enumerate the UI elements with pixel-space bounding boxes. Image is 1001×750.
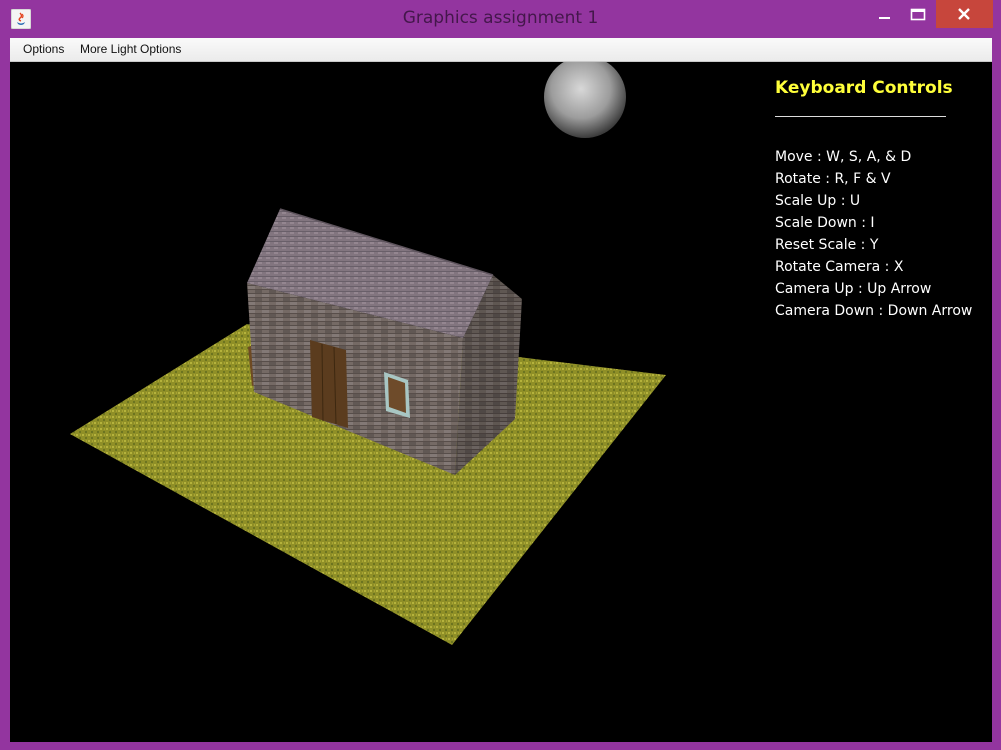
app-window: Graphics assignment 1 Options More Light… bbox=[0, 0, 1001, 750]
controls-divider bbox=[775, 116, 946, 117]
minimize-icon bbox=[879, 17, 890, 19]
house-door bbox=[310, 340, 348, 428]
menu-options[interactable]: Options bbox=[23, 42, 64, 56]
control-camera-down: Camera Down : Down Arrow bbox=[775, 303, 973, 319]
control-move: Move : W, S, A, & D bbox=[775, 149, 912, 165]
control-rotate-camera: Rotate Camera : X bbox=[775, 259, 904, 275]
control-reset-scale: Reset Scale : Y bbox=[775, 237, 879, 253]
render-canvas[interactable]: Keyboard Controls Move : W, S, A, & D Ro… bbox=[10, 62, 992, 742]
control-scale-down: Scale Down : I bbox=[775, 215, 875, 231]
control-scale-up: Scale Up : U bbox=[775, 193, 861, 209]
keyboard-controls-title: Keyboard Controls bbox=[775, 78, 953, 98]
maximize-button[interactable] bbox=[902, 0, 936, 28]
minimize-button[interactable] bbox=[868, 0, 902, 28]
maximize-icon bbox=[910, 8, 926, 21]
title-bar[interactable]: Graphics assignment 1 bbox=[0, 0, 1001, 38]
close-button[interactable] bbox=[936, 0, 993, 28]
menu-bar: Options More Light Options bbox=[10, 38, 992, 62]
window-title: Graphics assignment 1 bbox=[402, 8, 599, 28]
close-icon bbox=[958, 8, 970, 20]
control-rotate: Rotate : R, F & V bbox=[775, 171, 891, 187]
control-camera-up: Camera Up : Up Arrow bbox=[775, 281, 932, 297]
moon bbox=[544, 62, 626, 138]
menu-more-light-options[interactable]: More Light Options bbox=[80, 42, 181, 56]
keyboard-controls-list: Move : W, S, A, & D Rotate : R, F & V Sc… bbox=[775, 146, 972, 322]
